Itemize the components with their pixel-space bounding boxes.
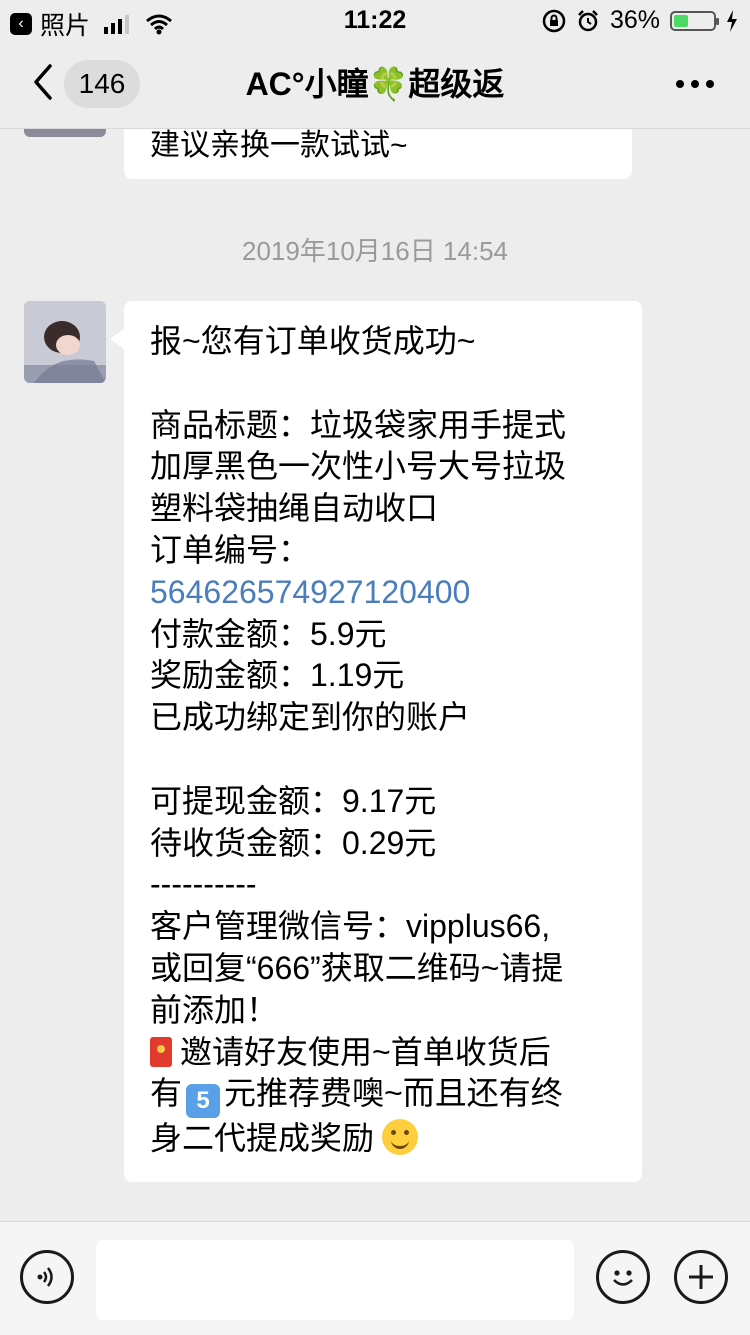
message-timestamp: 2019年10月16日 14:54 bbox=[242, 236, 508, 266]
message-line: 客户管理微信号：vipplus66, bbox=[150, 908, 551, 945]
message-line: 报~您有订单收货成功~ bbox=[150, 323, 476, 359]
message-text: 身二代提成奖励 bbox=[150, 1120, 375, 1157]
message-line: 待收货金额：0.29元 bbox=[150, 824, 437, 861]
message-line: 奖励金额：1.19元 bbox=[150, 657, 405, 694]
message-divider-line: ---------- bbox=[150, 866, 257, 903]
alarm-icon bbox=[578, 9, 598, 31]
message-line: 前添加！ bbox=[150, 991, 279, 1028]
message-text: 有 bbox=[150, 1075, 183, 1112]
input-bar bbox=[0, 1221, 750, 1335]
voice-waves bbox=[37, 1267, 53, 1287]
avatar[interactable] bbox=[24, 129, 106, 137]
nav-bar: 146 AC°小瞳🍀超级返 bbox=[0, 40, 750, 129]
battery-percent: 36% bbox=[609, 6, 660, 34]
message-bubble[interactable]: 报~您有订单收货成功~ 商品标题：垃圾袋家用手提式 加厚黑色一次性小号大号拉圾 … bbox=[110, 301, 642, 1183]
battery-level bbox=[674, 14, 688, 27]
plus-icon[interactable] bbox=[674, 1250, 728, 1304]
voice-icon[interactable] bbox=[20, 1250, 74, 1304]
emoji-face bbox=[613, 1270, 633, 1286]
emoji-icon[interactable] bbox=[596, 1250, 650, 1304]
red-envelope-icon bbox=[150, 1036, 172, 1067]
message-line: 付款金额：5.9元 bbox=[150, 615, 387, 652]
message-line: 已成功绑定到你的账户 bbox=[150, 699, 471, 736]
charging-icon bbox=[727, 9, 737, 32]
message-line: 或回复“666”获取二维码~请提 bbox=[150, 949, 564, 986]
status-right: 36% bbox=[542, 6, 738, 35]
message-input[interactable] bbox=[96, 1240, 574, 1320]
message-line: 塑料袋抽绳自动收口 bbox=[150, 490, 439, 527]
message-line: 商品标题：垃圾袋家用手提式 bbox=[150, 406, 567, 443]
plus-sign bbox=[689, 1265, 713, 1289]
avatar[interactable] bbox=[24, 301, 106, 383]
smile-emoji-icon bbox=[382, 1119, 419, 1156]
order-number-link[interactable]: 564626574927120400 bbox=[150, 572, 624, 614]
orientation-lock-icon bbox=[542, 9, 566, 32]
chat-title: AC°小瞳🍀超级返 bbox=[245, 66, 505, 102]
message-line: 身二代提成奖励 bbox=[150, 1118, 624, 1160]
more-icon[interactable] bbox=[676, 80, 714, 88]
message-line: 可提现金额：9.17元 bbox=[150, 782, 437, 819]
message-line: 邀请好友使用~首单收货后 bbox=[150, 1032, 624, 1074]
battery-icon bbox=[670, 10, 719, 31]
keycap-five-icon: 5 bbox=[186, 1084, 221, 1119]
previous-message-bubble[interactable]: 建议亲换一款试试~ bbox=[124, 129, 632, 179]
message-text: 邀请好友使用~首单收货后 bbox=[180, 1033, 551, 1070]
message-line: 有 5 元推荐费噢~而且还有终 bbox=[150, 1073, 624, 1119]
chat-area[interactable]: 建议亲换一款试试~ 2019年10月16日 14:54 报~您有订单收货成功~ … bbox=[0, 129, 750, 1221]
status-bar: ‹ 照片 11:22 36% bbox=[0, 0, 750, 40]
avatar-image bbox=[24, 301, 106, 383]
message-text: 元推荐费噢~而且还有终 bbox=[224, 1075, 563, 1112]
message-line: 订单编号： bbox=[150, 531, 311, 568]
message-line: 加厚黑色一次性小号大号拉圾 bbox=[150, 448, 567, 485]
previous-message-text: 建议亲换一款试试~ bbox=[150, 129, 408, 162]
